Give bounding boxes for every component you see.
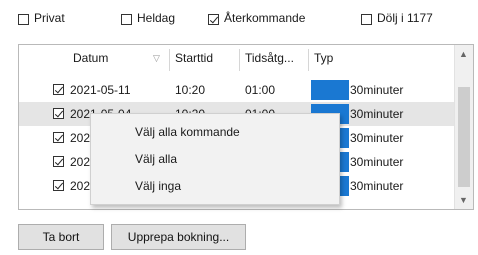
row-checkbox[interactable] (53, 132, 64, 143)
cell-typ: 30minuter (350, 107, 404, 121)
column-header-typ[interactable]: Typ (314, 51, 333, 69)
column-header-tidsatg[interactable]: Tidsåtg... (245, 51, 294, 69)
column-divider[interactable] (169, 49, 170, 71)
cell-typ: 30minuter (350, 179, 404, 193)
row-checkbox[interactable] (53, 156, 64, 167)
row-checkbox[interactable] (53, 84, 64, 95)
heldag-checkbox[interactable] (121, 14, 132, 25)
aterkommande-label: Återkommande (224, 11, 306, 25)
cell-datum: 2021-05-11 (70, 83, 131, 97)
row-checkbox[interactable] (53, 180, 64, 191)
upprepa-bokning-button[interactable]: Upprepa bokning... (111, 224, 246, 250)
vertical-scrollbar[interactable]: ▲ ▼ (454, 45, 473, 209)
heldag-label: Heldag (137, 11, 176, 25)
column-header-starttid[interactable]: Starttid (175, 51, 213, 69)
cell-typ: 30minuter (350, 131, 404, 145)
aterkommande-checkbox[interactable] (208, 14, 219, 25)
scroll-down-icon[interactable]: ▼ (459, 195, 468, 205)
scroll-up-icon[interactable]: ▲ (459, 49, 468, 59)
dolj-label: Dölj i 1177 (377, 11, 433, 25)
scrollbar-thumb[interactable] (458, 87, 470, 187)
menu-item-valj-alla[interactable]: Välj alla (135, 152, 177, 166)
type-color-swatch (311, 80, 349, 100)
dolj-checkbox[interactable] (361, 14, 372, 25)
menu-item-valj-alla-kommande[interactable]: Välj alla kommande (135, 125, 240, 139)
context-menu: Välj alla kommande Välj alla Välj inga (90, 113, 340, 205)
cell-datum: 202 (70, 155, 91, 169)
cell-typ: 30minuter (350, 83, 404, 97)
privat-checkbox[interactable] (18, 14, 29, 25)
filter-triangle-icon[interactable]: ▽ (153, 53, 160, 71)
column-divider[interactable] (239, 49, 240, 71)
menu-item-valj-inga[interactable]: Välj inga (135, 179, 181, 193)
cell-tidsatg: 01:00 (245, 83, 276, 97)
ta-bort-button[interactable]: Ta bort (18, 224, 104, 250)
column-divider[interactable] (308, 49, 309, 71)
cell-starttid: 10:20 (175, 83, 206, 97)
cell-typ: 30minuter (350, 155, 404, 169)
cell-datum: 202 (70, 131, 91, 145)
column-header-datum[interactable]: Datum (73, 51, 108, 69)
privat-label: Privat (34, 11, 65, 25)
row-checkbox[interactable] (53, 108, 64, 119)
table-row[interactable]: 2021-05-11 10:20 01:00 30minuter (19, 78, 456, 102)
cell-datum: 202 (70, 179, 91, 193)
